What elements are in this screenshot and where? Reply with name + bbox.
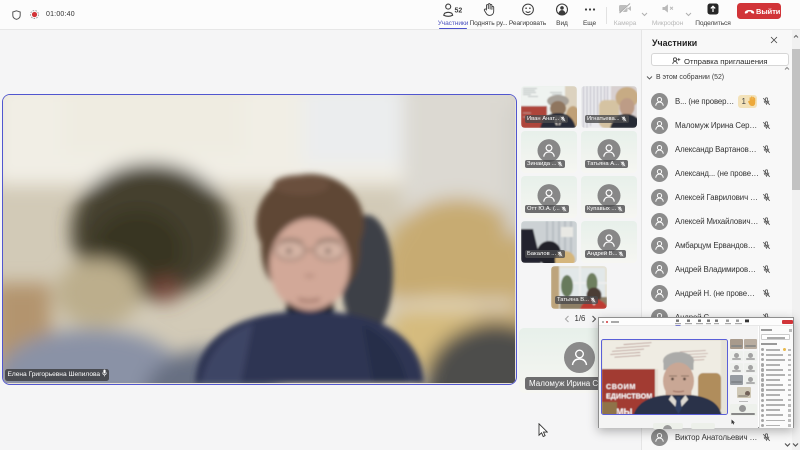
svg-text:МЫ: МЫ — [616, 407, 632, 415]
svg-text:ЕДИНСТВОМ: ЕДИНСТВОМ — [606, 391, 652, 400]
svg-text:52: 52 — [455, 8, 463, 15]
svg-text:СВОИМ: СВОИМ — [606, 382, 636, 391]
